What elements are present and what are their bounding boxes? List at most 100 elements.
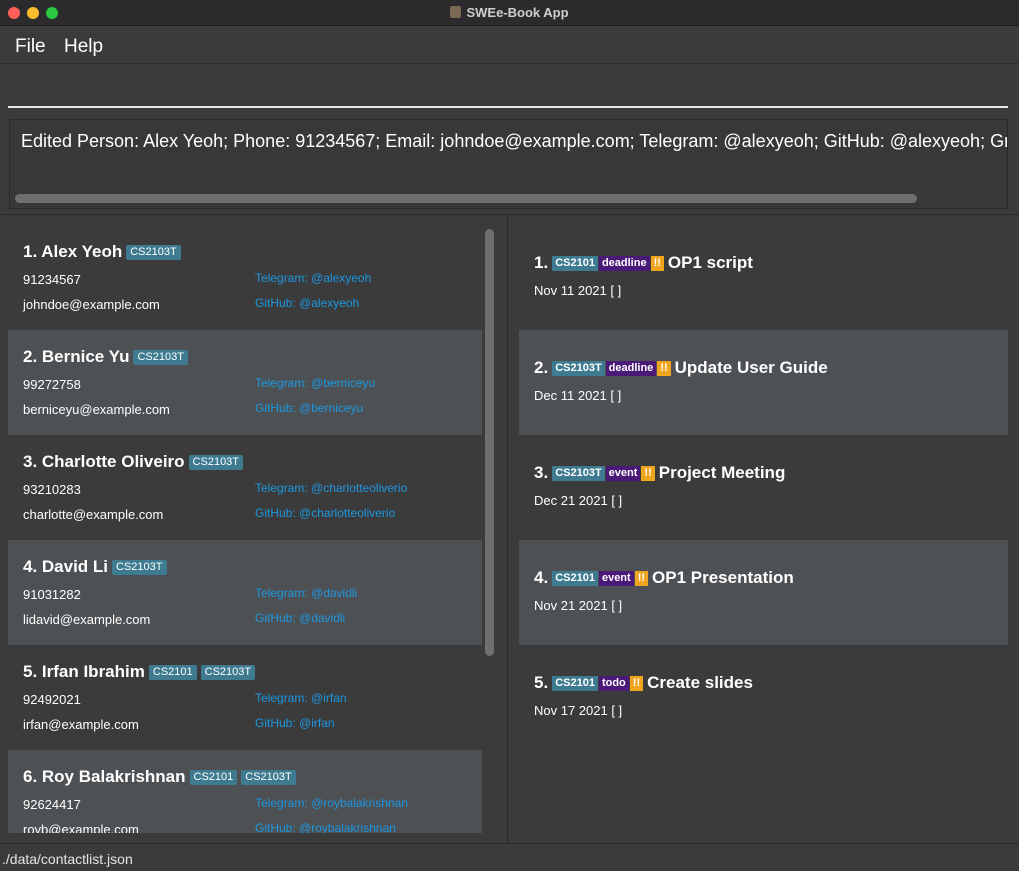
group-tag: CS2103T <box>188 455 244 470</box>
person-email: royb@example.com <box>23 822 139 833</box>
person-phone: 93210283 <box>23 482 81 497</box>
person-tags: CS2103T <box>188 450 247 470</box>
person-name-text: 5. Irfan Ibrahim <box>23 662 145 681</box>
task-type-tag: deadline <box>605 361 657 376</box>
person-tags: CS2103T <box>133 345 191 365</box>
person-list-scrollbar[interactable] <box>485 229 494 656</box>
group-tag: CS2103T <box>133 350 188 365</box>
person-email: berniceyu@example.com <box>23 402 170 417</box>
result-text: Edited Person: Alex Yeoh; Phone: 9123456… <box>21 131 1008 151</box>
task-card[interactable]: 5. CS2101 todo!! Create slides Nov 17 2021 [… <box>519 645 1008 750</box>
window-title: SWEe-Book App <box>0 5 1019 20</box>
group-tag: CS2101 <box>148 665 197 680</box>
task-title: 5. CS2101 todo!! Create slides <box>534 671 753 693</box>
group-tag: CS2103T <box>241 770 296 785</box>
save-location: ./data/contactlist.json <box>2 851 133 867</box>
person-github[interactable]: GitHub: @irfan <box>255 716 335 730</box>
person-tags: CS2101 CS2103T <box>189 765 300 785</box>
task-card[interactable]: 1. CS2101 deadline!! OP1 script Nov 11 2021 … <box>519 225 1008 330</box>
person-phone: 91031282 <box>23 587 81 602</box>
person-name-text: 2. Bernice Yu <box>23 347 130 366</box>
task-group-tag: CS2101 <box>552 256 598 271</box>
task-list-panel: 1. CS2101 deadline!! OP1 script Nov 11 2021 … <box>509 215 1019 843</box>
person-name-text: 6. Roy Balakrishnan <box>23 767 186 786</box>
task-card[interactable]: 2. CS2103T deadline!! Update User Guide Dec … <box>519 330 1008 435</box>
window-title-text: SWEe-Book App <box>466 5 569 20</box>
task-card[interactable]: 4. CS2101 event!! OP1 Presentation Nov 21 20… <box>519 540 1008 645</box>
person-tags: CS2101 CS2103T <box>148 660 259 680</box>
task-title-text: Update User Guide <box>674 358 828 377</box>
person-name: 2. Bernice Yu CS2103T <box>23 345 192 367</box>
task-priority-tag: !! <box>657 361 671 376</box>
menu-bar: File Help <box>0 26 1019 64</box>
person-telegram[interactable]: Telegram: @berniceyu <box>255 376 375 390</box>
task-group-tag: CS2101 <box>552 571 598 586</box>
task-title: 1. CS2101 deadline!! OP1 script <box>534 251 753 273</box>
command-input[interactable] <box>8 68 1008 108</box>
task-title: 4. CS2101 event!! OP1 Presentation <box>534 566 794 588</box>
person-name: 6. Roy Balakrishnan CS2101 CS2103T <box>23 765 300 787</box>
task-badges: CS2103T event!! <box>552 461 655 481</box>
task-card[interactable]: 3. CS2103T event!! Project Meeting Dec 21 20… <box>519 435 1008 540</box>
task-title: 2. CS2103T deadline!! Update User Guide <box>534 356 828 378</box>
menu-file[interactable]: File <box>15 36 46 58</box>
app-icon <box>450 6 462 18</box>
task-badges: CS2103T deadline!! <box>552 356 671 376</box>
task-badges: CS2101 deadline!! <box>552 251 664 271</box>
person-card[interactable]: 2. Bernice Yu CS2103T 99272758 berniceyu@ex… <box>8 330 482 435</box>
person-name: 3. Charlotte Oliveiro CS2103T <box>23 450 247 472</box>
task-badges: CS2101 event!! <box>552 566 649 586</box>
task-priority-tag: !! <box>641 466 655 481</box>
person-tags: CS2103T <box>112 555 170 575</box>
person-telegram[interactable]: Telegram: @davidli <box>255 586 357 600</box>
task-title-text: Create slides <box>647 673 753 692</box>
group-tag: CS2103T <box>112 560 167 575</box>
person-github[interactable]: GitHub: @davidli <box>255 611 345 625</box>
group-tag: CS2103T <box>126 245 181 260</box>
person-name: 5. Irfan Ibrahim CS2101 CS2103T <box>23 660 259 682</box>
person-list-panel: 1. Alex Yeoh CS2103T 91234567 johndoe@examp… <box>0 215 508 843</box>
task-date: Dec 11 2021 [ ] <box>534 388 622 403</box>
person-telegram[interactable]: Telegram: @roybalakrishnan <box>255 796 408 810</box>
person-email: irfan@example.com <box>23 717 139 732</box>
person-telegram[interactable]: Telegram: @charlotteoliverio <box>255 481 407 495</box>
task-date: Nov 21 2021 [ ] <box>534 598 623 613</box>
title-bar: SWEe-Book App <box>0 0 1019 26</box>
person-github[interactable]: GitHub: @charlotteoliverio <box>255 506 395 520</box>
person-tags: CS2103T <box>126 240 184 260</box>
person-card[interactable]: 3. Charlotte Oliveiro CS2103T 93210283 char… <box>8 435 482 540</box>
person-github[interactable]: GitHub: @alexyeoh <box>255 296 359 310</box>
task-date: Nov 11 2021 [ ] <box>534 283 622 298</box>
task-index: 3. <box>534 463 549 482</box>
menu-help[interactable]: Help <box>64 36 103 58</box>
task-title-text: OP1 script <box>667 253 753 272</box>
person-telegram[interactable]: Telegram: @irfan <box>255 691 347 705</box>
person-name: 1. Alex Yeoh CS2103T <box>23 240 185 262</box>
task-badges: CS2101 todo!! <box>552 671 644 691</box>
result-horizontal-scrollbar[interactable] <box>15 194 917 203</box>
task-type-tag: event <box>598 571 634 586</box>
task-type-tag: deadline <box>598 256 650 271</box>
task-priority-tag: !! <box>650 256 664 271</box>
person-email: lidavid@example.com <box>23 612 151 627</box>
person-email: charlotte@example.com <box>23 507 164 522</box>
person-card[interactable]: 1. Alex Yeoh CS2103T 91234567 johndoe@examp… <box>8 225 482 330</box>
person-github[interactable]: GitHub: @roybalakrishnan <box>255 821 396 833</box>
task-index: 1. <box>534 253 549 272</box>
task-type-tag: todo <box>598 676 629 691</box>
person-telegram[interactable]: Telegram: @alexyeoh <box>255 271 371 285</box>
task-priority-tag: !! <box>634 571 649 586</box>
person-card[interactable]: 5. Irfan Ibrahim CS2101 CS2103T 92492021 irf… <box>8 645 482 750</box>
group-tag: CS2103T <box>200 665 256 680</box>
task-title: 3. CS2103T event!! Project Meeting <box>534 461 785 483</box>
person-card[interactable]: 6. Roy Balakrishnan CS2101 CS2103T 92624417… <box>8 750 482 833</box>
task-title-text: Project Meeting <box>658 463 786 482</box>
task-date: Dec 21 2021 [ ] <box>534 493 623 508</box>
person-card[interactable]: 4. David Li CS2103T 91031282 lidavid@exampl… <box>8 540 482 645</box>
person-phone: 92492021 <box>23 692 81 707</box>
result-display: Edited Person: Alex Yeoh; Phone: 9123456… <box>9 119 1008 209</box>
person-name-text: 3. Charlotte Oliveiro <box>23 452 185 471</box>
person-github[interactable]: GitHub: @berniceyu <box>255 401 363 415</box>
person-email: johndoe@example.com <box>23 297 160 312</box>
status-bar: ./data/contactlist.json <box>0 843 1019 871</box>
